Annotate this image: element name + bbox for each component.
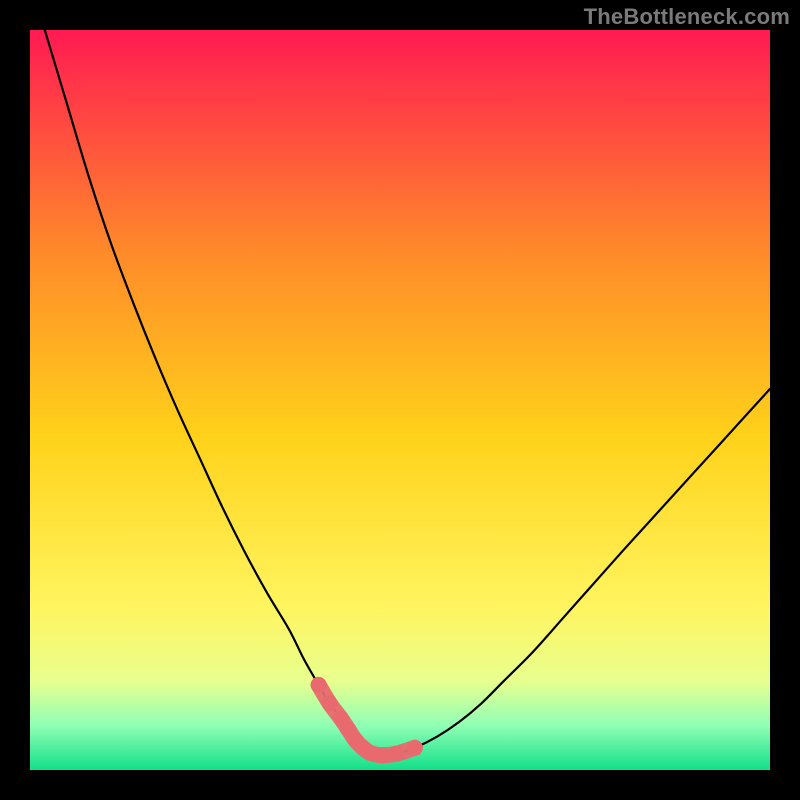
highlight-dot: [388, 746, 404, 762]
highlight-dot: [407, 740, 423, 756]
highlight-dot: [322, 695, 338, 711]
highlight-dot: [311, 677, 327, 693]
chart-svg: [30, 30, 770, 770]
watermark-text: TheBottleneck.com: [584, 4, 790, 30]
chart-frame: TheBottleneck.com: [0, 0, 800, 800]
highlight-dot: [374, 747, 390, 763]
plot-area: [30, 30, 770, 770]
